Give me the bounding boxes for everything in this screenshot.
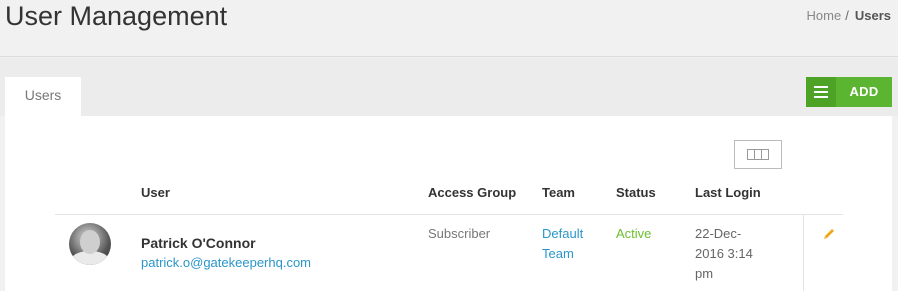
column-header-user[interactable]: User: [141, 185, 170, 200]
add-button[interactable]: ADD: [806, 77, 892, 107]
avatar: [69, 223, 111, 265]
team-link[interactable]: Default Team: [542, 224, 602, 264]
add-button-label[interactable]: ADD: [836, 77, 892, 107]
tab-bar: Users ADD: [0, 58, 898, 116]
column-header-status[interactable]: Status: [616, 185, 656, 200]
column-header-access-group[interactable]: Access Group: [428, 185, 516, 200]
last-login-cell: 22-Dec-2016 3:14 pm: [695, 226, 753, 281]
status-badge: Active: [616, 226, 652, 241]
hamburger-menu-icon[interactable]: [806, 77, 836, 107]
row-divider: [55, 214, 843, 215]
breadcrumb-current: Users: [854, 8, 891, 23]
tab-users[interactable]: Users: [5, 77, 81, 116]
breadcrumb-home-link[interactable]: Home: [807, 8, 842, 23]
action-column-divider: [803, 214, 804, 291]
user-name: Patrick O'Connor: [141, 235, 256, 251]
user-email-link[interactable]: patrick.o@gatekeeperhq.com: [141, 255, 311, 270]
access-group-cell: Subscriber: [428, 226, 491, 241]
breadcrumb-separator: /: [845, 8, 849, 23]
columns-icon: [747, 149, 769, 160]
page-header: User Management Home / Users: [0, 0, 898, 57]
pencil-edit-icon[interactable]: [821, 226, 837, 242]
users-panel: User Access Group Team Status Last Login…: [5, 116, 892, 291]
column-header-team[interactable]: Team: [542, 185, 575, 200]
column-toggle-button[interactable]: [734, 140, 782, 169]
page-title: User Management: [5, 1, 228, 31]
column-header-last-login[interactable]: Last Login: [695, 185, 761, 200]
breadcrumb: Home / Users: [807, 8, 891, 23]
